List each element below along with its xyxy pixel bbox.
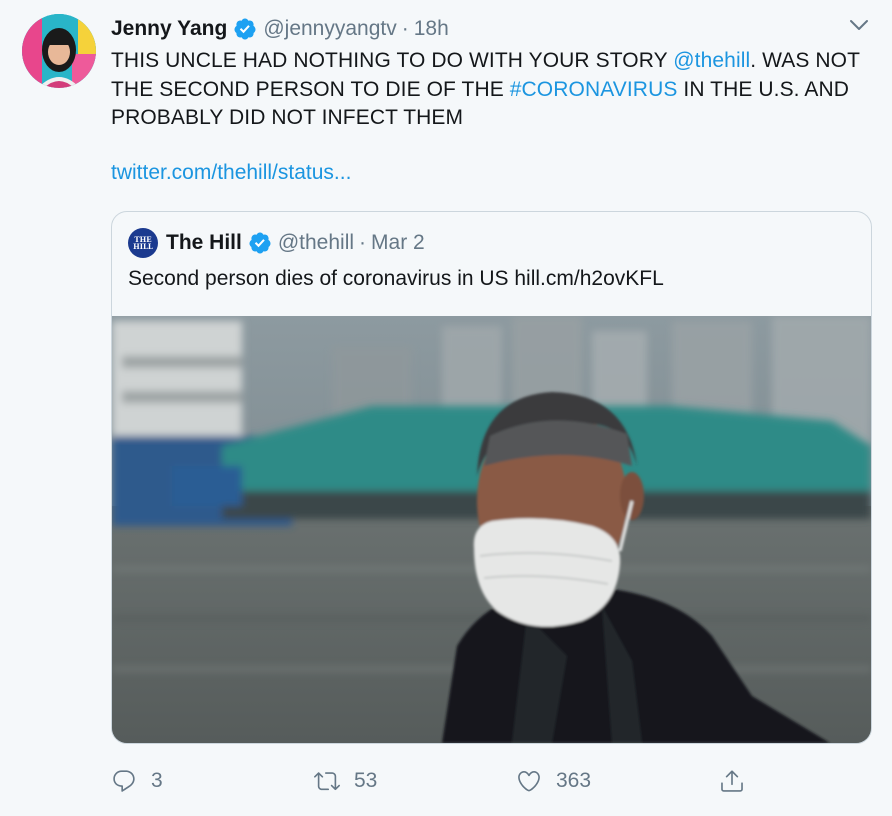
separator-dot: · [359, 231, 367, 254]
retweet-count: 53 [354, 769, 378, 792]
verified-badge-icon [234, 18, 256, 40]
quoted-tweet-card[interactable]: THE HILL The Hill @thehill · Mar 2 Second… [111, 211, 872, 744]
more-options-button[interactable] [846, 14, 872, 36]
separator-dot: · [401, 17, 409, 40]
reply-button[interactable]: 3 [111, 764, 163, 798]
like-count: 363 [556, 769, 592, 792]
quoted-timestamp: Mar 2 [371, 231, 425, 254]
author-avatar[interactable] [22, 14, 96, 88]
tweet-text: THIS UNCLE HAD NOTHING TO DO WITH YOUR S… [111, 47, 871, 133]
mention-link[interactable]: @thehill [673, 49, 750, 72]
reply-count: 3 [151, 769, 163, 792]
author-name[interactable]: Jenny Yang [111, 17, 227, 41]
quoted-author-name: The Hill [166, 231, 242, 254]
reply-icon [113, 770, 135, 792]
tweet-timestamp[interactable]: 18h [414, 17, 449, 41]
status-link[interactable]: twitter.com/thehill/status... [111, 161, 351, 185]
the-hill-logo: THE HILL [128, 228, 158, 258]
like-button[interactable]: 363 [516, 764, 591, 798]
tweet-text-part: THIS UNCLE HAD NOTHING TO DO WITH YOUR S… [111, 49, 674, 72]
quoted-author-handle: @thehill [277, 231, 355, 254]
tweet-actions: 3 53 363 [111, 764, 871, 798]
hashtag-link[interactable]: #CORONAVIRUS [510, 78, 678, 101]
author-handle[interactable]: @jennyyangtv [263, 17, 396, 41]
share-button[interactable] [719, 764, 759, 798]
logo-text: HILL [133, 242, 153, 251]
share-icon [721, 770, 743, 792]
quoted-tweet-header: THE HILL The Hill @thehill · Mar 2 [128, 228, 425, 258]
tweet-header: Jenny Yang @jennyyangtv · 18h [111, 14, 449, 44]
like-icon [518, 770, 540, 792]
retweet-icon [314, 772, 340, 791]
verified-badge-icon [249, 232, 271, 254]
quoted-tweet-photo[interactable] [112, 316, 871, 743]
chevron-down-icon [850, 20, 868, 30]
retweet-button[interactable]: 53 [314, 764, 377, 798]
avatar-image [22, 14, 96, 88]
quoted-tweet-text: Second person dies of coronavirus in US … [128, 267, 664, 290]
